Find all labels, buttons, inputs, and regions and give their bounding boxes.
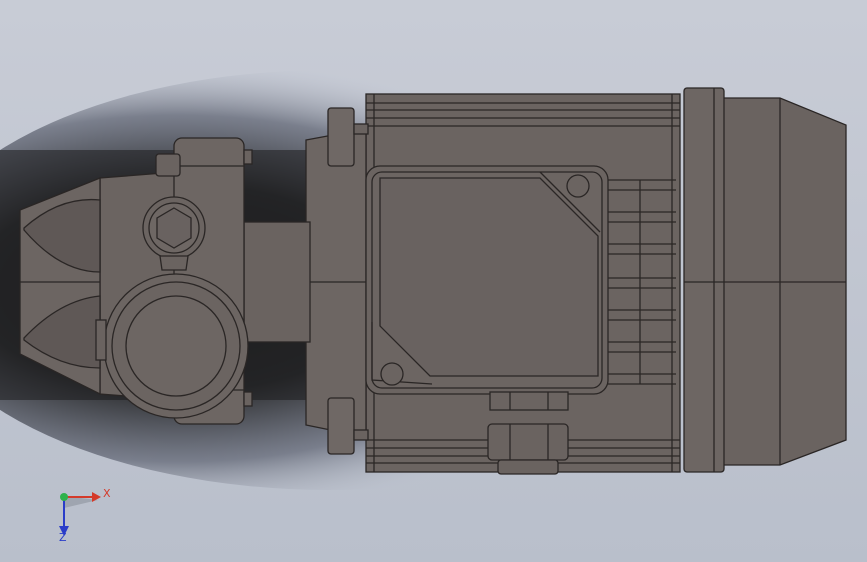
terminal-screw-bottom[interactable] xyxy=(380,362,404,386)
z-axis-label: Z xyxy=(59,531,67,544)
cable-gland[interactable] xyxy=(487,391,569,475)
terminal-screw-top[interactable] xyxy=(566,174,590,198)
coupling-shaft xyxy=(243,221,311,343)
y-axis-dot xyxy=(60,493,68,501)
motor-flange[interactable] xyxy=(305,107,369,455)
x-axis-label: X xyxy=(103,487,111,500)
cad-viewport[interactable]: X Z xyxy=(0,0,867,562)
model-view[interactable] xyxy=(0,0,867,562)
terminal-box[interactable] xyxy=(365,165,609,395)
fan-cover[interactable] xyxy=(683,87,847,473)
